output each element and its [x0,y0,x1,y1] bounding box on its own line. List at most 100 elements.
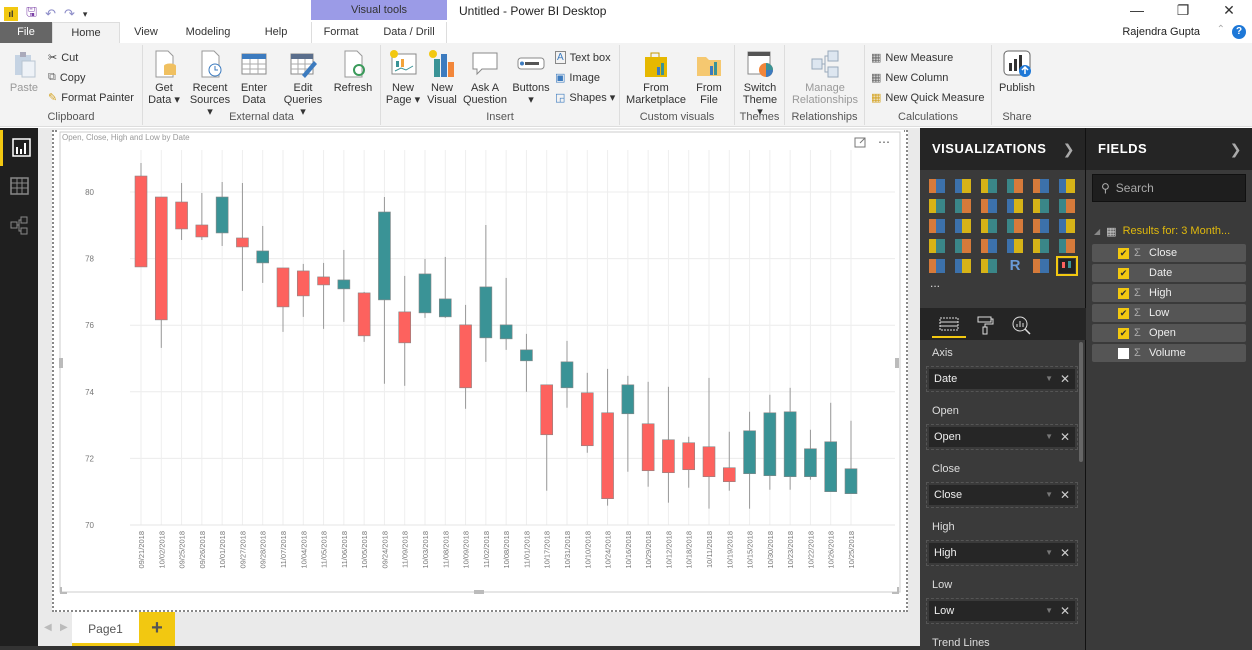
tab-modeling[interactable]: Modeling [180,22,236,43]
candle-body[interactable] [621,384,635,415]
candle-body[interactable] [560,361,574,389]
candle-body[interactable] [378,211,391,301]
dropdown-arrow-icon[interactable]: ▼ [1045,427,1053,447]
paste-button[interactable]: Paste [6,49,42,94]
candle-body[interactable] [215,196,229,234]
candle-body[interactable] [662,439,675,474]
viz-waterfall-icon[interactable] [924,216,950,236]
candle-body[interactable] [296,270,310,297]
viz-funnel-icon[interactable] [950,236,976,256]
candle-body[interactable] [804,448,817,478]
candle-body[interactable] [702,446,716,478]
candle-body[interactable] [682,442,696,471]
new-page-button[interactable]: New Page ▾ [385,49,421,106]
field-checkbox[interactable]: ✔ [1118,247,1129,259]
new-measure-button[interactable]: ▦ New Measure [871,51,953,65]
viz-line-clustered-column-icon[interactable] [1002,196,1028,216]
from-marketplace-button[interactable]: From Marketplace [626,49,686,106]
collapse-visualizations-icon[interactable]: ❯ [1063,128,1075,170]
ask-a-question-button[interactable]: Ask A Question [463,49,507,106]
field-checkbox[interactable]: ✔ [1118,267,1129,279]
report-view-button[interactable] [0,130,38,166]
tab-home[interactable]: Home [52,22,120,43]
field-item-volume[interactable]: Σ Volume [1092,344,1246,362]
switch-theme-button[interactable]: Switch Theme ▾ [739,49,781,118]
viz-stacked-area-icon[interactable] [976,196,1002,216]
viz-table-icon[interactable] [950,256,976,276]
refresh-button[interactable]: Refresh [333,49,373,94]
resize-handle-left[interactable] [59,358,63,368]
dropdown-arrow-icon[interactable]: ▼ [1045,369,1053,389]
well-field-low[interactable]: Low ▼ ✕ [929,601,1075,621]
get-data-button[interactable]: Get Data ▾ [147,49,181,106]
tab-help[interactable]: Help [258,22,294,43]
relationships-view-button[interactable] [0,208,38,244]
expand-triangle-icon[interactable]: ◢ [1094,227,1100,236]
copy-button[interactable]: ⧉ Copy [48,71,86,84]
redo-icon[interactable]: ↷ [64,6,75,22]
field-checkbox[interactable] [1118,347,1129,359]
add-page-button[interactable]: + [139,612,175,646]
fields-search-input[interactable]: ⚲ Search [1092,174,1246,202]
close-button[interactable]: ✕ [1206,0,1252,22]
page-tab-page1[interactable]: Page1 [72,612,139,646]
candlestick-chart[interactable]: Open, Close, High and Low by Date ⋯ 70 72… [58,130,904,596]
viz-slicer-icon[interactable] [924,256,950,276]
prev-page-icon[interactable]: ◀ [44,622,52,633]
remove-field-icon[interactable]: ✕ [1060,485,1070,505]
edit-queries-button[interactable]: Edit Queries ▾ [283,49,323,118]
viz-ribbon-icon[interactable] [1054,196,1080,216]
remove-field-icon[interactable]: ✕ [1060,427,1070,447]
viz-multi-row-card-icon[interactable] [1028,236,1054,256]
candle-body[interactable] [844,468,858,494]
help-icon[interactable]: ? [1232,25,1246,39]
buttons-button[interactable]: Buttons ▾ [511,49,551,106]
format-tab[interactable] [968,312,1002,338]
candle-body[interactable] [540,384,554,436]
well-drop-zone[interactable]: Date ▼ ✕ [926,366,1078,392]
tab-file[interactable]: File [0,22,52,43]
well-drop-zone[interactable]: High ▼ ✕ [926,540,1078,566]
well-field-high[interactable]: High ▼ ✕ [929,543,1075,563]
enter-data-button[interactable]: Enter Data [237,49,271,106]
viz-stacked-bar-icon[interactable] [924,176,950,196]
field-item-high[interactable]: ✔ Σ High [1092,284,1246,302]
from-file-button[interactable]: From File [690,49,728,106]
viz-stacked-column-icon[interactable] [950,176,976,196]
candle-body[interactable] [722,467,736,483]
well-field-date[interactable]: Date ▼ ✕ [929,369,1075,389]
candle-body[interactable] [479,286,493,339]
fields-tab[interactable] [932,312,966,338]
new-quick-measure-button[interactable]: ▦ New Quick Measure [871,91,984,105]
dropdown-arrow-icon[interactable]: ▼ [1045,485,1053,505]
well-drop-zone[interactable]: Low ▼ ✕ [926,598,1078,624]
viz-line-stacked-column-icon[interactable] [1028,196,1054,216]
undo-icon[interactable]: ↶ [45,6,56,22]
customize-qat-icon[interactable]: ▾ [83,9,88,20]
viz-clustered-bar-icon[interactable] [976,176,1002,196]
text-box-button[interactable]: A Text box [555,51,611,64]
resize-handle-right[interactable] [895,358,899,368]
viz-card-icon[interactable] [1002,236,1028,256]
tab-format[interactable]: Format [320,22,362,43]
tab-data-drill[interactable]: Data / Drill [378,22,440,43]
viz-r-script-icon[interactable]: R [1002,256,1028,276]
viz-clustered-column-icon[interactable] [1002,176,1028,196]
candle-body[interactable] [438,298,452,318]
viz-pie-icon[interactable] [976,216,1002,236]
remove-field-icon[interactable]: ✕ [1060,369,1070,389]
remove-field-icon[interactable]: ✕ [1060,543,1070,563]
analytics-tab[interactable] [1004,312,1038,338]
candle-body[interactable] [256,250,270,264]
dropdown-arrow-icon[interactable]: ▼ [1045,601,1053,621]
candle-body[interactable] [783,411,797,478]
well-field-close[interactable]: Close ▼ ✕ [929,485,1075,505]
candle-body[interactable] [337,279,351,290]
viz-treemap-icon[interactable] [1028,216,1054,236]
minimize-button[interactable]: — [1114,0,1160,22]
candle-body[interactable] [459,324,472,389]
field-item-low[interactable]: ✔ Σ Low [1092,304,1246,322]
candle-body[interactable] [743,430,756,475]
viz-line-icon[interactable] [924,196,950,216]
format-painter-button[interactable]: ✎ Format Painter [48,91,134,105]
